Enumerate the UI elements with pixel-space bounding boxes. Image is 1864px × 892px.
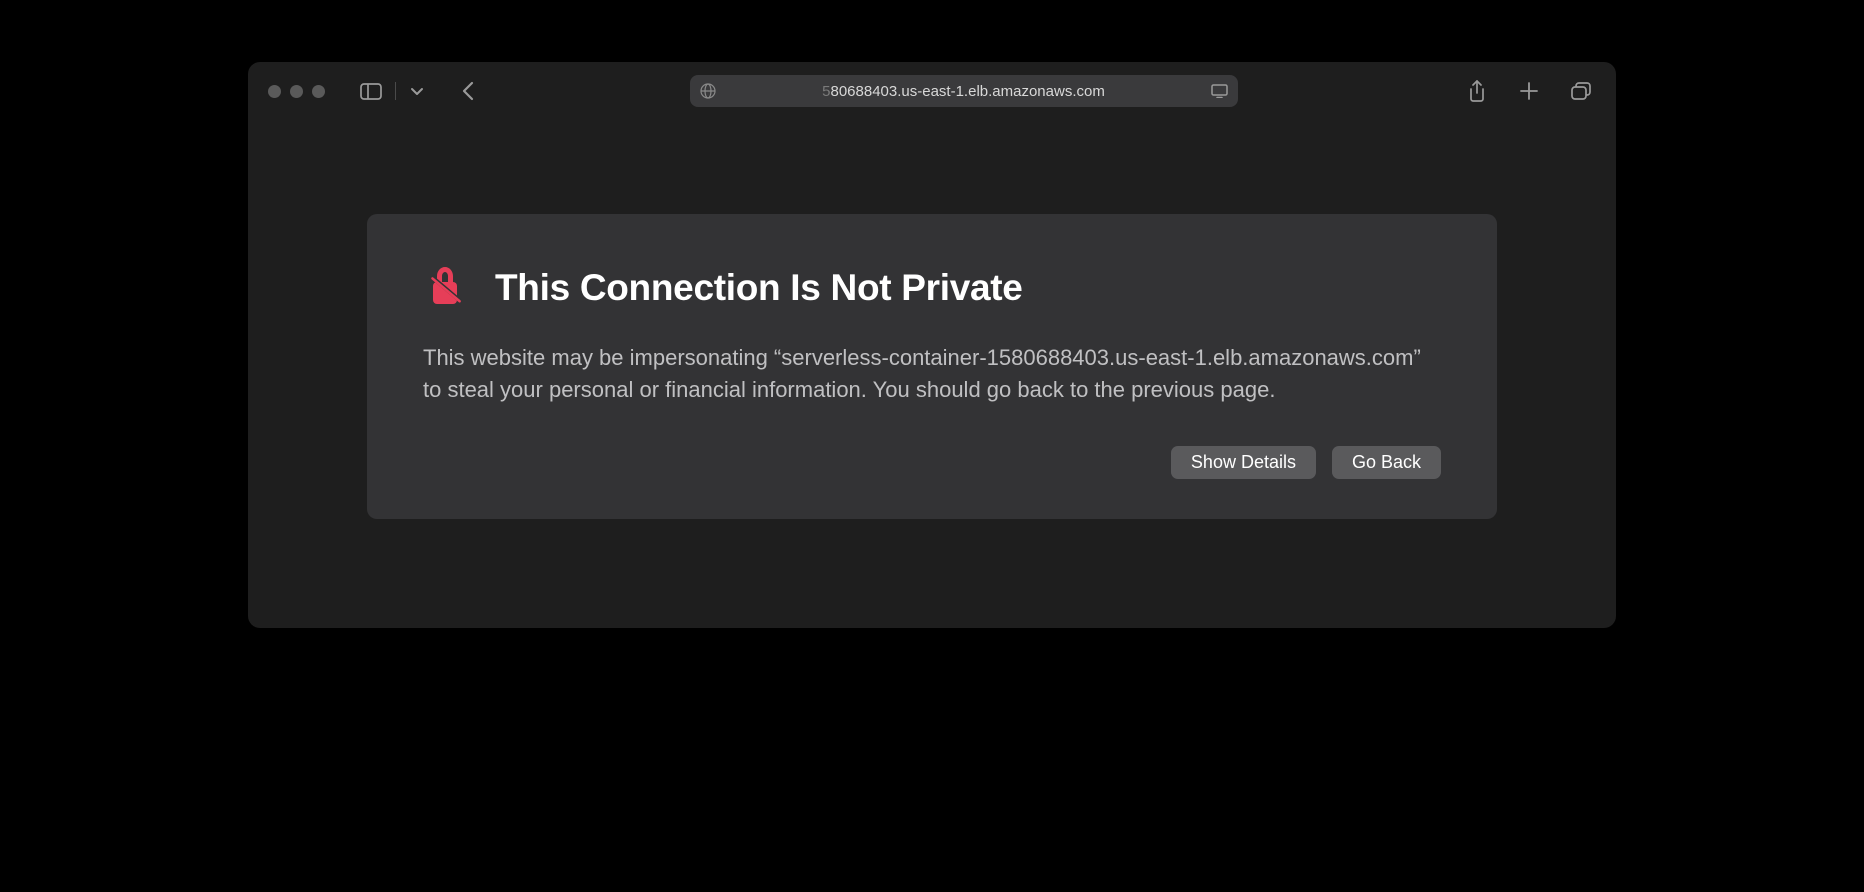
share-button[interactable] <box>1462 77 1492 105</box>
tab-overview-button[interactable] <box>1566 77 1596 105</box>
sidebar-toggle-button[interactable] <box>353 77 389 105</box>
tab-group-dropdown[interactable] <box>402 77 432 105</box>
warning-header: This Connection Is Not Private <box>423 262 1441 314</box>
content-area: This Connection Is Not Private This webs… <box>248 120 1616 628</box>
close-window-button[interactable] <box>268 85 281 98</box>
chevron-left-icon <box>462 81 475 101</box>
toolbar-divider <box>395 82 396 100</box>
warning-actions: Show Details Go Back <box>423 446 1441 479</box>
chevron-down-icon <box>410 86 424 96</box>
reader-icon[interactable] <box>1211 84 1228 98</box>
privacy-warning-panel: This Connection Is Not Private This webs… <box>367 214 1497 519</box>
minimize-window-button[interactable] <box>290 85 303 98</box>
globe-icon <box>700 83 716 99</box>
go-back-button[interactable]: Go Back <box>1332 446 1441 479</box>
sidebar-icon <box>360 83 382 100</box>
back-button[interactable] <box>450 77 486 105</box>
address-text: 580688403.us-east-1.elb.amazonaws.com <box>726 83 1201 100</box>
share-icon <box>1468 80 1486 102</box>
toolbar-right-group <box>1462 77 1596 105</box>
address-bar-container: 580688403.us-east-1.elb.amazonaws.com <box>494 75 1434 107</box>
plus-icon <box>1520 82 1538 100</box>
show-details-button[interactable]: Show Details <box>1171 446 1316 479</box>
browser-window: 580688403.us-east-1.elb.amazonaws.com <box>248 62 1616 628</box>
toolbar: 580688403.us-east-1.elb.amazonaws.com <box>248 62 1616 120</box>
toolbar-left-group <box>353 77 486 105</box>
warning-body-text: This website may be impersonating “serve… <box>423 342 1441 406</box>
address-bar[interactable]: 580688403.us-east-1.elb.amazonaws.com <box>690 75 1238 107</box>
tabs-icon <box>1571 82 1591 100</box>
lock-slash-icon <box>423 262 467 314</box>
zoom-window-button[interactable] <box>312 85 325 98</box>
window-controls <box>268 85 325 98</box>
warning-title: This Connection Is Not Private <box>495 267 1023 309</box>
new-tab-button[interactable] <box>1514 77 1544 105</box>
